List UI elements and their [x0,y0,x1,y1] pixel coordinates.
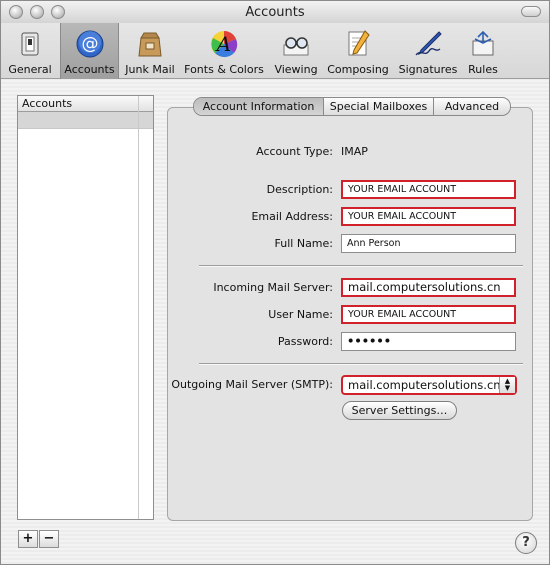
tab-advanced[interactable]: Advanced [434,98,510,115]
incoming-server-label: Incoming Mail Server: [213,281,333,294]
account-type-label: Account Type: [256,145,333,158]
window-title: Accounts [245,5,305,20]
email-address-field[interactable]: YOUR EMAIL ACCOUNT [341,207,516,226]
accounts-list[interactable]: Accounts [17,95,154,520]
fonts-colors-icon: A [209,29,239,59]
section-divider-2 [199,363,523,364]
toolbar-accounts-label: Accounts [64,63,115,76]
toolbar-signatures-label: Signatures [398,63,458,76]
user-name-label: User Name: [268,308,333,321]
toolbar-general-label: General [8,63,52,76]
signature-pen-icon [413,29,443,59]
junk-mail-bag-icon [135,29,165,59]
preferences-toolbar: General @ Accounts Junk Mail A Fonts & C… [1,23,549,79]
help-button[interactable]: ? [515,532,537,554]
email-address-label: Email Address: [251,210,333,223]
toolbar-junk-mail-label: Junk Mail [125,63,175,76]
password-label: Password: [277,335,333,348]
toolbar-composing-label: Composing [327,63,389,76]
smtp-server-value: mail.computersolutions.cn [348,378,501,392]
title-bar: Accounts [1,1,549,23]
toolbar-signatures[interactable]: Signatures [395,23,461,79]
at-sign-icon: @ [75,29,105,59]
preferences-window: Accounts General @ Accounts Junk Mail A … [0,0,550,565]
account-tabs: Account Information Special Mailboxes Ad… [193,97,511,116]
toolbar-viewing[interactable]: Viewing [271,23,321,79]
toolbar-fonts-colors[interactable]: A Fonts & Colors [181,23,267,79]
accounts-list-column-divider [138,96,139,519]
toolbar-toggle-button[interactable] [521,6,541,17]
toolbar-rules-label: Rules [468,63,498,76]
password-field[interactable]: •••••• [341,332,516,351]
accounts-list-header[interactable]: Accounts [18,96,153,112]
popup-arrows-icon: ▲ ▼ [499,377,515,393]
toolbar-rules[interactable]: Rules [463,23,503,79]
smtp-server-label: Outgoing Mail Server (SMTP): [171,378,333,391]
smtp-server-popup[interactable]: mail.computersolutions.cn ▲ ▼ [341,375,517,395]
add-account-button[interactable]: + [18,530,38,548]
composing-pencil-icon [343,29,373,59]
section-divider [199,265,523,266]
toolbar-viewing-label: Viewing [274,63,318,76]
incoming-server-field[interactable]: mail.computersolutions.cn [341,278,516,297]
tab-special-mailboxes[interactable]: Special Mailboxes [324,98,434,115]
full-name-label: Full Name: [274,237,333,250]
user-name-field[interactable]: YOUR EMAIL ACCOUNT [341,305,516,324]
svg-text:A: A [215,32,231,56]
toolbar-junk-mail[interactable]: Junk Mail [121,23,179,79]
tab-account-information[interactable]: Account Information [194,98,324,115]
general-switch-icon [15,29,45,59]
toolbar-composing[interactable]: Composing [325,23,391,79]
toolbar-general[interactable]: General [5,23,55,79]
rules-envelope-icon [468,29,498,59]
full-name-field[interactable]: Ann Person [341,234,516,253]
description-field[interactable]: YOUR EMAIL ACCOUNT [341,180,516,199]
server-settings-button[interactable]: Server Settings… [342,401,457,420]
svg-text:@: @ [81,34,98,54]
toolbar-fonts-colors-label: Fonts & Colors [184,63,264,76]
toolbar-accounts[interactable]: @ Accounts [60,23,119,79]
account-type-value: IMAP [341,145,368,158]
description-label: Description: [266,183,333,196]
remove-account-button[interactable]: − [39,530,59,548]
accounts-list-selected-row[interactable] [18,112,153,129]
viewing-glasses-icon [281,29,311,59]
